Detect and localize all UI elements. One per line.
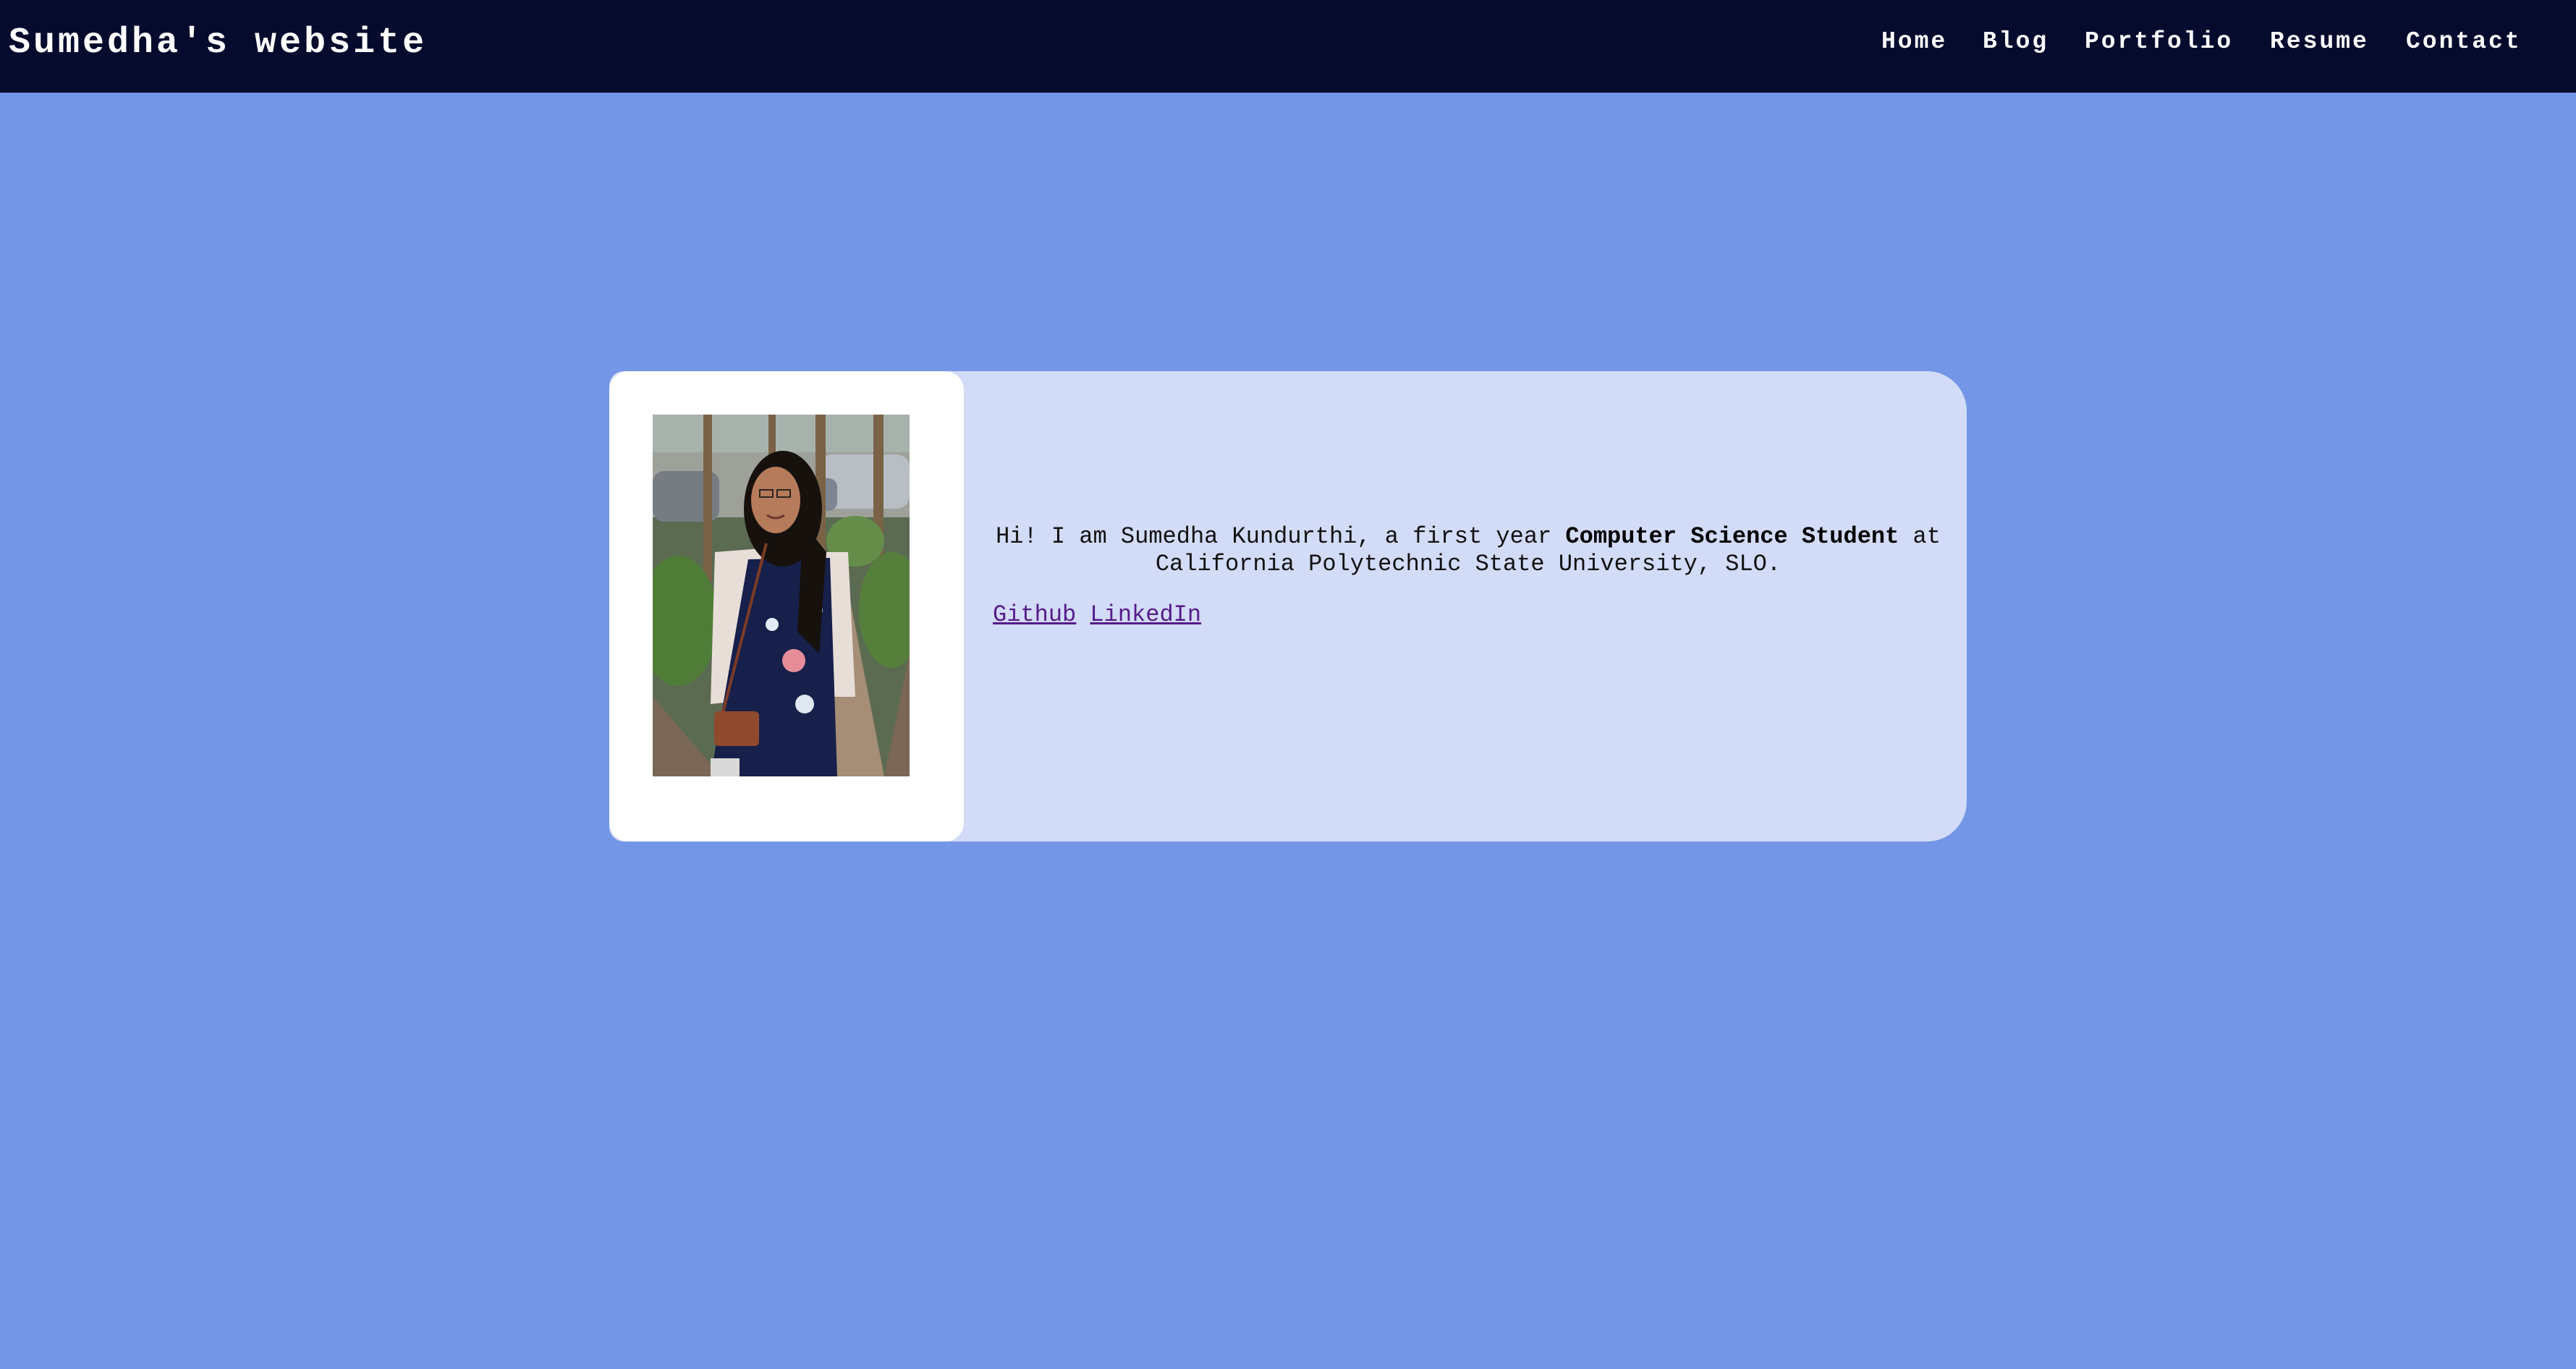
profile-photo (653, 415, 910, 776)
intro-prefix: Hi! I am Sumedha Kundurthi, a first year (996, 523, 1566, 550)
nav-link-portfolio[interactable]: Portfolio (2085, 26, 2233, 58)
nav-link-resume[interactable]: Resume (2270, 26, 2369, 58)
profile-card: Hi! I am Sumedha Kundurthi, a first year… (609, 371, 1967, 842)
social-links: Github LinkedIn (993, 601, 1201, 629)
intro-text: Hi! I am Sumedha Kundurthi, a first year… (993, 523, 1944, 578)
nav-link-home[interactable]: Home (1881, 26, 1947, 58)
github-link[interactable]: Github (993, 601, 1076, 628)
site-title: Sumedha's website (9, 22, 428, 64)
photo-panel (609, 371, 964, 842)
main-navigation: Home Blog Portfolio Resume Contact (1867, 26, 2576, 58)
intro-emphasis: Computer Science Student (1565, 523, 1899, 550)
linkedin-link[interactable]: LinkedIn (1090, 601, 1201, 628)
nav-link-blog[interactable]: Blog (1983, 26, 2048, 58)
nav-link-contact[interactable]: Contact (2406, 26, 2522, 58)
top-navbar: Sumedha's website Home Blog Portfolio Re… (0, 0, 2576, 93)
